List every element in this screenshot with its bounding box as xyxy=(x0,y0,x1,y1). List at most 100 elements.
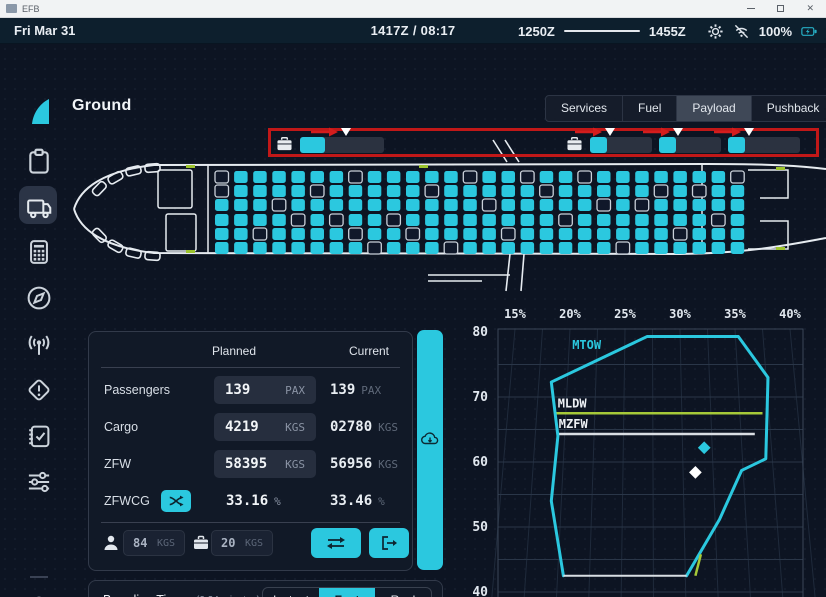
seat[interactable] xyxy=(635,242,649,254)
seat[interactable] xyxy=(712,171,726,183)
seat[interactable] xyxy=(540,228,554,240)
seat[interactable] xyxy=(559,199,573,211)
seat[interactable] xyxy=(387,228,401,240)
seat[interactable] xyxy=(673,185,687,197)
seat[interactable] xyxy=(330,185,344,197)
minimize-button[interactable] xyxy=(747,8,755,9)
seat[interactable] xyxy=(693,242,707,254)
seat[interactable] xyxy=(311,199,325,211)
seat[interactable] xyxy=(215,214,229,226)
seat[interactable] xyxy=(291,199,305,211)
seat[interactable] xyxy=(234,242,248,254)
boarding-progress-bar[interactable] xyxy=(417,330,443,570)
maximize-button[interactable] xyxy=(777,5,784,12)
tab-services[interactable]: Services xyxy=(546,96,623,121)
time-slider[interactable] xyxy=(564,30,640,32)
close-button[interactable]: ✕ xyxy=(806,4,814,13)
seat[interactable] xyxy=(349,185,363,197)
seat[interactable] xyxy=(635,199,649,211)
seat[interactable] xyxy=(616,171,630,183)
seat[interactable] xyxy=(253,242,267,254)
seat[interactable] xyxy=(635,185,649,197)
seat[interactable] xyxy=(234,171,248,183)
seat[interactable] xyxy=(712,214,726,226)
seat[interactable] xyxy=(654,185,668,197)
seat[interactable] xyxy=(673,171,687,183)
seat[interactable] xyxy=(521,242,535,254)
passengers-planned-input[interactable]: 139 PAX xyxy=(214,376,316,404)
seat[interactable] xyxy=(253,171,267,183)
seat[interactable] xyxy=(502,171,516,183)
seat[interactable] xyxy=(578,199,592,211)
seat[interactable] xyxy=(291,214,305,226)
seat[interactable] xyxy=(444,214,458,226)
seat[interactable] xyxy=(673,242,687,254)
seat[interactable] xyxy=(559,242,573,254)
seat[interactable] xyxy=(540,242,554,254)
seat[interactable] xyxy=(578,185,592,197)
seat[interactable] xyxy=(635,214,649,226)
seat[interactable] xyxy=(654,199,668,211)
seat[interactable] xyxy=(693,228,707,240)
seat[interactable] xyxy=(215,199,229,211)
seat[interactable] xyxy=(521,228,535,240)
seat[interactable] xyxy=(712,185,726,197)
seat[interactable] xyxy=(502,228,516,240)
seat[interactable] xyxy=(693,171,707,183)
seat[interactable] xyxy=(234,214,248,226)
seat[interactable] xyxy=(406,228,420,240)
seat[interactable] xyxy=(425,242,439,254)
bag-weight-input[interactable]: 20 KGS xyxy=(211,530,273,556)
seat[interactable] xyxy=(540,185,554,197)
seat[interactable] xyxy=(693,214,707,226)
zfw-planned-input[interactable]: 58395 KGS xyxy=(214,450,316,478)
seat[interactable] xyxy=(712,242,726,254)
seat[interactable] xyxy=(406,185,420,197)
seat[interactable] xyxy=(616,242,630,254)
cargo-load-bar[interactable] xyxy=(590,137,652,153)
seat[interactable] xyxy=(693,185,707,197)
seat[interactable] xyxy=(349,242,363,254)
seat[interactable] xyxy=(521,199,535,211)
seat[interactable] xyxy=(597,242,611,254)
wifi-off-icon[interactable] xyxy=(733,23,750,40)
seat[interactable] xyxy=(253,199,267,211)
seat[interactable] xyxy=(291,185,305,197)
transfer-payload-button[interactable] xyxy=(311,528,361,558)
randomize-cg-button[interactable] xyxy=(161,490,191,512)
cargo-load-bar[interactable] xyxy=(728,137,800,153)
seat[interactable] xyxy=(463,214,477,226)
seat[interactable] xyxy=(368,242,382,254)
seat[interactable] xyxy=(234,185,248,197)
seat[interactable] xyxy=(272,228,286,240)
seat[interactable] xyxy=(502,242,516,254)
seat[interactable] xyxy=(502,185,516,197)
seat[interactable] xyxy=(349,171,363,183)
seat[interactable] xyxy=(215,228,229,240)
seat[interactable] xyxy=(540,171,554,183)
seat[interactable] xyxy=(406,242,420,254)
sidebar-item-checklists[interactable] xyxy=(26,423,52,449)
seat[interactable] xyxy=(731,242,745,254)
seat[interactable] xyxy=(330,171,344,183)
seat[interactable] xyxy=(502,214,516,226)
sidebar-item-failures[interactable] xyxy=(26,377,52,403)
seat[interactable] xyxy=(311,228,325,240)
seat[interactable] xyxy=(559,171,573,183)
seat[interactable] xyxy=(578,228,592,240)
seat[interactable] xyxy=(387,214,401,226)
seat[interactable] xyxy=(406,199,420,211)
seat[interactable] xyxy=(215,171,229,183)
seat[interactable] xyxy=(654,171,668,183)
seat[interactable] xyxy=(272,199,286,211)
sidebar-item-navigation[interactable] xyxy=(26,285,52,311)
sidebar-item-performance[interactable] xyxy=(26,239,52,265)
seat[interactable] xyxy=(387,242,401,254)
boarding-option-real[interactable]: Real xyxy=(375,588,431,597)
seat[interactable] xyxy=(311,242,325,254)
seat[interactable] xyxy=(693,199,707,211)
seat[interactable] xyxy=(368,199,382,211)
seat[interactable] xyxy=(559,185,573,197)
seat[interactable] xyxy=(635,228,649,240)
seat[interactable] xyxy=(425,199,439,211)
